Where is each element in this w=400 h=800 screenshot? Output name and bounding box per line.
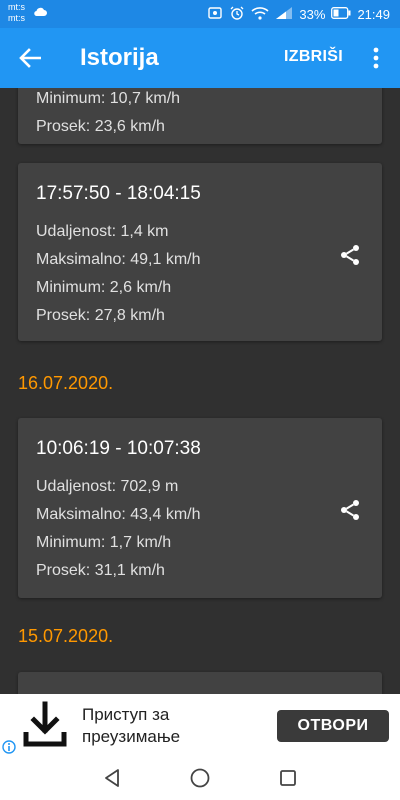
share-button[interactable] bbox=[338, 498, 362, 522]
home-circle-icon bbox=[190, 768, 210, 788]
navigation-bar bbox=[0, 756, 400, 800]
ad-open-button[interactable]: ОТВОРИ bbox=[277, 710, 389, 742]
clock: 21:49 bbox=[357, 7, 390, 22]
download-icon bbox=[23, 701, 67, 747]
ad-text: Приступ за преузимање bbox=[82, 704, 180, 748]
nav-back-button[interactable] bbox=[100, 766, 124, 790]
page-title: Istorija bbox=[80, 44, 159, 71]
signal-icon bbox=[275, 6, 293, 23]
notification-icon bbox=[207, 5, 223, 24]
status-bar: mt:s mt:s 33% 21:49 bbox=[0, 0, 400, 28]
date-header: 16.07.2020. bbox=[18, 373, 114, 393]
share-button[interactable] bbox=[338, 243, 362, 267]
back-button[interactable] bbox=[14, 44, 46, 72]
trip-time-range: 17:57:50 - 18:04:15 bbox=[36, 183, 201, 204]
carrier-2: mt:s bbox=[8, 13, 25, 23]
cloud-icon bbox=[33, 5, 47, 20]
share-icon bbox=[341, 245, 359, 265]
nav-home-button[interactable] bbox=[188, 766, 212, 790]
battery-percent: 33% bbox=[299, 7, 326, 22]
wifi-icon bbox=[251, 6, 269, 23]
ad-text-line-2: преузимање bbox=[82, 727, 181, 746]
history-card[interactable]: 17:57:50 - 18:04:15 Udaljenost: 1,4 km M… bbox=[18, 163, 382, 341]
history-list[interactable]: Minimum: 10,7 km/h Prosek: 23,6 km/h 17:… bbox=[0, 88, 400, 694]
ad-text-line-1: Приступ за bbox=[82, 705, 170, 724]
avg-speed: Prosek: 23,6 km/h bbox=[36, 118, 165, 135]
distance: Udaljenost: 702,9 m bbox=[36, 478, 179, 495]
max-speed: Maksimalno: 43,4 km/h bbox=[36, 506, 201, 523]
distance: Udaljenost: 1,4 km bbox=[36, 223, 169, 240]
back-triangle-icon bbox=[105, 769, 119, 787]
nav-recents-button[interactable] bbox=[276, 766, 300, 790]
avg-speed: Prosek: 31,1 km/h bbox=[36, 562, 165, 579]
history-card[interactable]: 10:06:19 - 10:07:38 Udaljenost: 702,9 m … bbox=[18, 418, 382, 598]
history-card-partial[interactable]: Minimum: 10,7 km/h Prosek: 23,6 km/h bbox=[18, 88, 382, 144]
app-bar: Istorija IZBRIŠI bbox=[0, 28, 400, 88]
carrier-info: mt:s mt:s bbox=[8, 2, 25, 24]
back-arrow-icon bbox=[19, 48, 41, 68]
more-vert-icon bbox=[373, 47, 379, 69]
alarm-icon bbox=[229, 5, 245, 24]
trip-time-range: 10:06:19 - 10:07:38 bbox=[36, 438, 201, 459]
carrier-1: mt:s bbox=[8, 2, 25, 12]
delete-button[interactable]: IZBRIŠI bbox=[284, 48, 343, 66]
min-speed: Minimum: 10,7 km/h bbox=[36, 90, 181, 107]
ad-banner[interactable]: Приступ за преузимање ОТВОРИ bbox=[0, 694, 400, 756]
max-speed: Maksimalno: 49,1 km/h bbox=[36, 251, 201, 268]
min-speed: Minimum: 1,7 km/h bbox=[36, 534, 172, 551]
avg-speed: Prosek: 27,8 km/h bbox=[36, 307, 165, 324]
date-header: 15.07.2020. bbox=[18, 626, 114, 646]
min-speed: Minimum: 2,6 km/h bbox=[36, 279, 172, 296]
history-card-partial[interactable] bbox=[18, 672, 382, 694]
share-icon bbox=[341, 500, 359, 520]
recents-square-icon bbox=[280, 770, 296, 786]
battery-icon bbox=[331, 7, 351, 22]
overflow-menu-button[interactable] bbox=[364, 44, 388, 72]
